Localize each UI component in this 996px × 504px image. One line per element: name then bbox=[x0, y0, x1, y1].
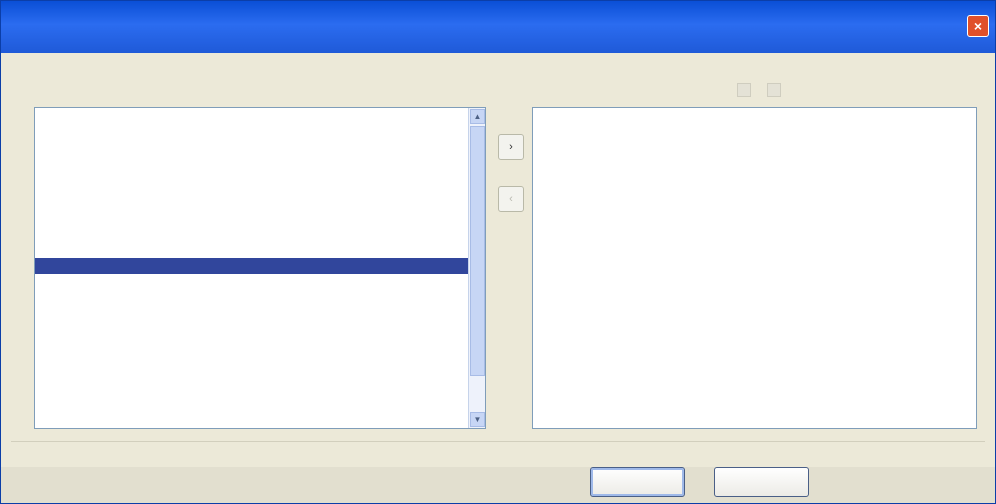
scroll-thumb[interactable] bbox=[470, 126, 485, 376]
list-item[interactable] bbox=[35, 210, 485, 226]
delete-icon[interactable] bbox=[767, 83, 781, 97]
list-item[interactable] bbox=[35, 178, 485, 194]
list-item[interactable] bbox=[35, 290, 485, 306]
title-bar: × bbox=[1, 1, 995, 53]
list-item[interactable] bbox=[35, 242, 485, 258]
add-item-button[interactable]: › bbox=[498, 134, 524, 160]
ok-button[interactable] bbox=[590, 467, 685, 497]
list-item[interactable] bbox=[35, 258, 485, 274]
list-item[interactable] bbox=[35, 274, 485, 290]
selected-list[interactable] bbox=[532, 107, 977, 429]
list-item[interactable] bbox=[35, 130, 485, 146]
remove-item-button[interactable]: ‹ bbox=[498, 186, 524, 212]
scroll-up-icon[interactable]: ▲ bbox=[470, 109, 485, 124]
list-item[interactable] bbox=[35, 114, 485, 130]
list-item[interactable] bbox=[35, 354, 485, 370]
dialog-window: × ▲ ▼ › ‹ bbox=[0, 0, 996, 504]
available-list[interactable]: ▲ ▼ bbox=[34, 107, 486, 429]
list-item[interactable] bbox=[35, 386, 485, 402]
list-item[interactable] bbox=[35, 226, 485, 242]
divider bbox=[11, 441, 985, 442]
list-item[interactable] bbox=[35, 146, 485, 162]
list-item[interactable] bbox=[35, 306, 485, 322]
list-item[interactable] bbox=[35, 194, 485, 210]
cancel-button[interactable] bbox=[714, 467, 809, 497]
list-item[interactable] bbox=[35, 162, 485, 178]
list-item[interactable] bbox=[35, 370, 485, 386]
list-item[interactable] bbox=[35, 322, 485, 338]
button-bar bbox=[1, 467, 995, 503]
list-item[interactable] bbox=[533, 114, 976, 130]
available-rows bbox=[35, 114, 485, 402]
list-item[interactable] bbox=[533, 146, 976, 162]
list-item[interactable] bbox=[35, 338, 485, 354]
available-scrollbar[interactable]: ▲ ▼ bbox=[468, 108, 485, 428]
scroll-down-icon[interactable]: ▼ bbox=[470, 412, 485, 427]
close-button[interactable]: × bbox=[967, 15, 989, 37]
selected-rows bbox=[533, 114, 976, 162]
edit-icon[interactable] bbox=[737, 83, 751, 97]
list-item[interactable] bbox=[533, 130, 976, 146]
